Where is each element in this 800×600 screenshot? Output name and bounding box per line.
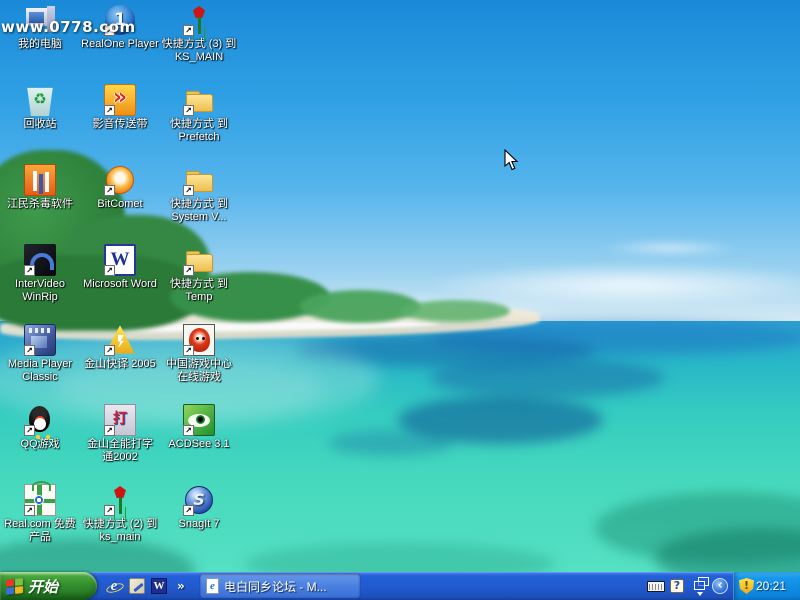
desktop-icon-intervideo-winrip[interactable]: InterVideo WinRip	[0, 244, 80, 304]
recycle-icon	[24, 84, 56, 116]
quicklaunch-word-icon[interactable]	[151, 578, 167, 594]
wallpaper-trees	[400, 300, 510, 322]
shortcut-arrow-icon	[104, 425, 115, 436]
ie-page-icon	[206, 578, 219, 594]
shortcut-arrow-icon	[104, 345, 115, 356]
desktop-icon-label: 金山全能打字 通2002	[80, 438, 160, 464]
shortcut-arrow-icon	[24, 425, 35, 436]
desktop-icon-label: SnagIt 7	[159, 518, 239, 531]
site-watermark: www.0778.com	[1, 18, 136, 36]
shortcut-arrow-icon	[183, 185, 194, 196]
desktop-icon-real-com-products[interactable]: Real.com 免费产品	[0, 484, 80, 544]
desktop-icon-media-player-classic[interactable]: Media Player Classic	[0, 324, 80, 384]
jiangmin-icon	[24, 164, 56, 196]
shortcut-arrow-icon	[104, 505, 115, 516]
desktop-icon-label: 快捷方式 到 System V...	[159, 198, 239, 224]
shortcut-arrow-icon	[104, 265, 115, 276]
desktop-icon-shortcut-prefetch[interactable]: 快捷方式 到 Prefetch	[159, 84, 239, 144]
desktop-icon-label: 金山快译 2005	[80, 358, 160, 371]
shortcut-arrow-icon	[183, 425, 194, 436]
desktop-icon-label: 快捷方式 到 Prefetch	[159, 118, 239, 144]
input-help-icon[interactable]	[670, 579, 684, 593]
shortcut-arrow-icon	[183, 505, 194, 516]
desktop-icon-acdsee-31[interactable]: ACDSee 3.1	[159, 404, 239, 451]
shortcut-arrow-icon	[24, 265, 35, 276]
display-tray-icon[interactable]	[694, 577, 708, 589]
hide-tray-icons-chevron[interactable]	[712, 578, 728, 594]
desktop-icon-shortcut-2-ks-main[interactable]: 快捷方式 (2) 到 ks_main	[80, 484, 160, 544]
desktop-icon-bitcomet[interactable]: BitComet	[80, 164, 160, 211]
quicklaunch-show-desktop-icon[interactable]	[129, 578, 145, 594]
desktop-icon-label: 快捷方式 (2) 到 ks_main	[80, 518, 160, 544]
desktop-icon-label: 快捷方式 到 Temp	[159, 278, 239, 304]
quicklaunch-internet-explorer-icon[interactable]	[106, 578, 122, 594]
desktop-icon-kingsoft-kuaiyi-2005[interactable]: 金山快译 2005	[80, 324, 160, 371]
wallpaper-seagrass	[328, 430, 453, 456]
shortcut-arrow-icon	[24, 345, 35, 356]
start-button[interactable]: 开始	[0, 572, 97, 600]
desktop-icon-label: Microsoft Word	[80, 278, 160, 291]
desktop-icon-shortcut-temp[interactable]: 快捷方式 到 Temp	[159, 244, 239, 304]
desktop-icon-label: 快捷方式 (3) 到 KS_MAIN	[159, 38, 239, 64]
desktop-icon-label: 我的电脑	[0, 38, 80, 51]
desktop-icon-label: QQ游戏	[0, 438, 80, 451]
shortcut-arrow-icon	[24, 505, 35, 516]
desktop-icon-shortcut-system-v[interactable]: 快捷方式 到 System V...	[159, 164, 239, 224]
shortcut-arrow-icon	[183, 25, 194, 36]
desktop-icon-label: 江民杀毒软件	[0, 198, 80, 211]
desktop-icon-label: ACDSee 3.1	[159, 438, 239, 451]
wallpaper-cloud	[600, 240, 740, 256]
desktop-icon-label: 影音传送带	[80, 118, 160, 131]
wallpaper-seagrass	[430, 358, 665, 398]
desktop-icon-microsoft-word[interactable]: Microsoft Word	[80, 244, 160, 291]
quicklaunch-overflow-chevron[interactable]: »	[177, 578, 185, 594]
desktop-icon-label: InterVideo WinRip	[0, 278, 80, 304]
desktop-icon-label: 回收站	[0, 118, 80, 131]
desktop-icon-qq-games[interactable]: QQ游戏	[0, 404, 80, 451]
tray-dropdown-arrow-icon[interactable]	[697, 592, 703, 599]
screen: www.0778.com 我的电脑 RealOne Player 快捷方式 (3…	[0, 0, 800, 600]
input-keyboard-icon[interactable]	[647, 581, 665, 592]
desktop-icon-label: Media Player Classic	[0, 358, 80, 384]
desktop-icon-jiangmin-antivirus[interactable]: 江民杀毒软件	[0, 164, 80, 211]
desktop-icon-label: Real.com 免费产品	[0, 518, 80, 544]
shortcut-arrow-icon	[183, 265, 194, 276]
desktop-icon-label: BitComet	[80, 198, 160, 211]
desktop-icon-label: RealOne Player	[80, 38, 160, 51]
shortcut-arrow-icon	[104, 185, 115, 196]
start-button-label: 开始	[28, 576, 58, 597]
desktop-icon-label: 中国游戏中心 在线游戏	[159, 358, 239, 384]
shortcut-arrow-icon	[183, 345, 194, 356]
shortcut-arrow-icon	[183, 105, 194, 116]
mouse-cursor	[504, 149, 520, 171]
shortcut-arrow-icon	[104, 105, 115, 116]
desktop-icon-kingsoft-typing-2002[interactable]: 金山全能打字 通2002	[80, 404, 160, 464]
desktop-icon-shortcut-3-ks-main[interactable]: 快捷方式 (3) 到 KS_MAIN	[159, 4, 239, 64]
desktop-icon-snagit-7[interactable]: SnagIt 7	[159, 484, 239, 531]
taskbar-clock[interactable]: 20:21	[756, 579, 798, 593]
windows-logo-icon	[6, 578, 23, 595]
desktop-icon-net-transport[interactable]: 影音传送带	[80, 84, 160, 131]
desktop-icon-china-game-center[interactable]: 中国游戏中心 在线游戏	[159, 324, 239, 384]
task-button-label: 电白同乡论坛 - M...	[224, 578, 327, 595]
desktop-icon-recycle-bin[interactable]: 回收站	[0, 84, 80, 131]
taskbar-task-button[interactable]: 电白同乡论坛 - M...	[200, 574, 360, 598]
